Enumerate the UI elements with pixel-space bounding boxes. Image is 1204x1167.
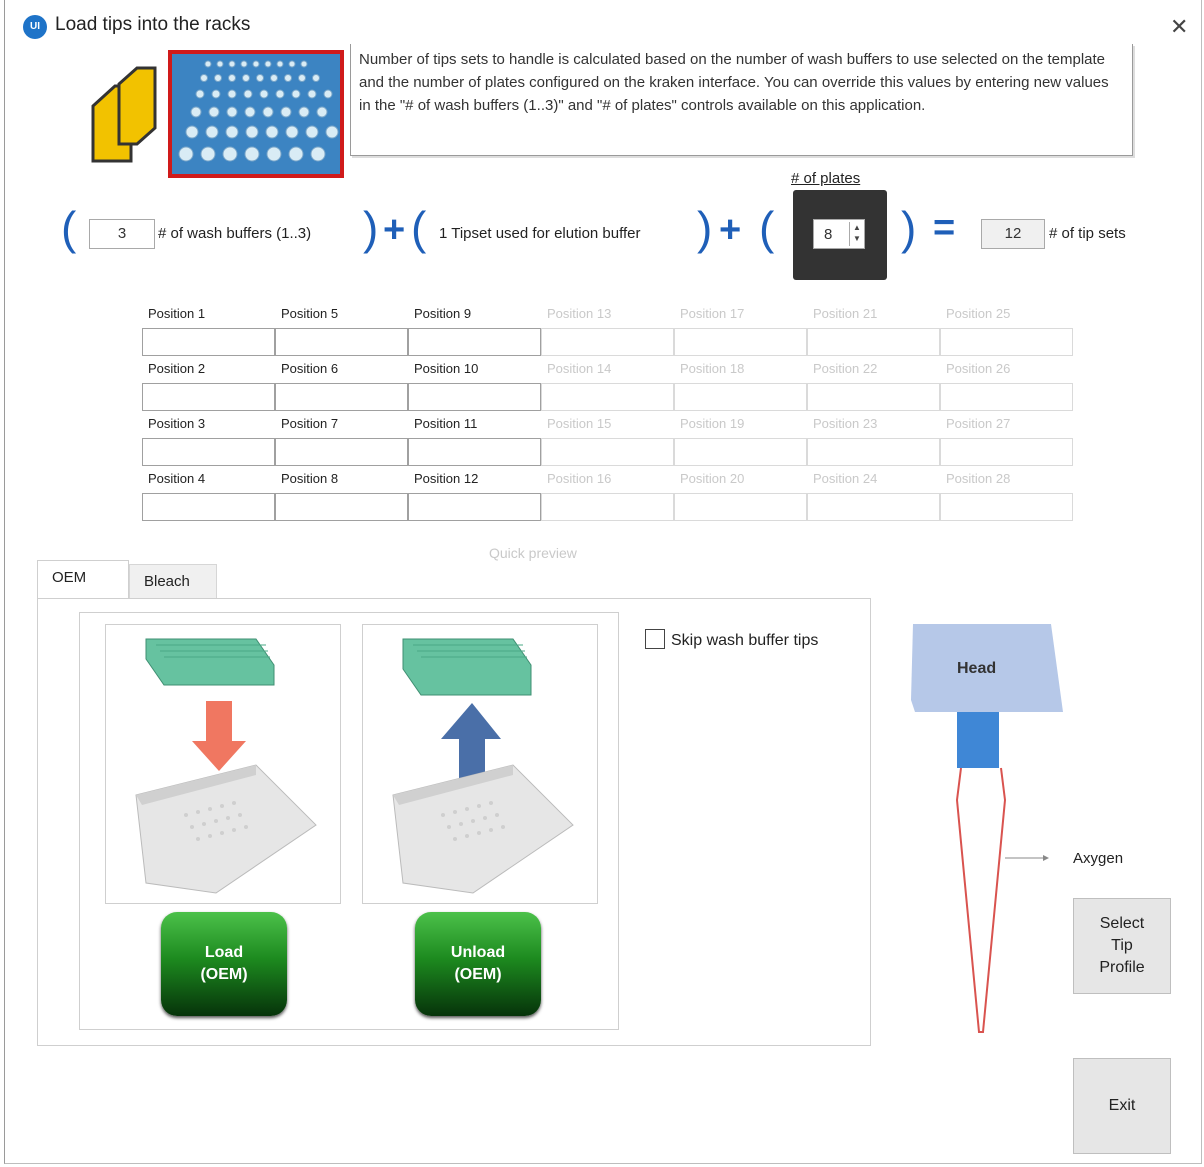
- position-slot: [541, 438, 674, 466]
- position-slot: [940, 438, 1073, 466]
- wash-buffers-input[interactable]: 3: [89, 219, 155, 249]
- position-slot: [674, 328, 807, 356]
- quick-preview-label: Quick preview: [489, 545, 577, 561]
- position-slot: [674, 493, 807, 521]
- position-label: Position 14: [547, 361, 612, 376]
- position-label: Position 15: [547, 416, 612, 431]
- position-label: Position 28: [946, 471, 1011, 486]
- tab-oem[interactable]: OEM: [37, 560, 129, 600]
- position-label: Position 20: [680, 471, 745, 486]
- position-slot: [807, 438, 940, 466]
- position-slot: [142, 328, 275, 356]
- tip-profile-label: Axygen: [1073, 850, 1124, 867]
- position-slot: [142, 383, 275, 411]
- open-paren-2: (: [411, 202, 427, 254]
- position-slot: [275, 383, 408, 411]
- position-label: Position 26: [946, 361, 1011, 376]
- position-slot: [674, 383, 807, 411]
- position-slot: [408, 438, 541, 466]
- position-label: Position 11: [414, 416, 478, 431]
- info-text: Number of tips sets to handle is calcula…: [350, 44, 1133, 156]
- position-slot: [940, 493, 1073, 521]
- position-label: Position 25: [946, 306, 1011, 321]
- position-label: Position 13: [547, 306, 612, 321]
- plates-value: 8: [824, 225, 833, 243]
- positions-grid: Position 1 Position 2 Position 3 Position 4…: [142, 302, 1073, 528]
- position-slot: [807, 383, 940, 411]
- total-tipsets-output: 12: [981, 219, 1045, 249]
- position-slot: [142, 438, 275, 466]
- position-label: Position 17: [680, 306, 745, 321]
- head-label: Head: [957, 660, 997, 677]
- position-label: Position 4: [148, 471, 206, 486]
- position-slot: [408, 328, 541, 356]
- tips-photo: [168, 50, 344, 178]
- position-label: Position 21: [813, 306, 878, 321]
- position-slot: [408, 383, 541, 411]
- tip-diagram: [911, 624, 1063, 1033]
- position-slot: [940, 383, 1073, 411]
- select-tip-profile-button[interactable]: Select Tip Profile: [1073, 898, 1171, 994]
- load-illustration: [105, 624, 341, 904]
- plates-spinner[interactable]: 8 ▲ ▼: [813, 219, 865, 249]
- close-paren-2: ): [697, 202, 713, 254]
- position-slot: [142, 493, 275, 521]
- position-slot: [541, 328, 674, 356]
- position-label: Position 10: [414, 361, 479, 376]
- plates-label: # of plates: [791, 170, 861, 187]
- elution-label: 1 Tipset used for elution buffer: [439, 225, 641, 242]
- load-oem-button[interactable]: Load (OEM): [161, 912, 287, 1016]
- app-icon: UI: [23, 15, 47, 39]
- position-slot: [807, 493, 940, 521]
- position-slot: [275, 328, 408, 356]
- total-tipsets-label: # of tip sets: [1049, 225, 1126, 242]
- exit-button[interactable]: Exit: [1073, 1058, 1171, 1154]
- position-label: Position 1: [148, 306, 206, 321]
- position-slot: [275, 493, 408, 521]
- unload-illustration: [362, 624, 598, 904]
- wash-buffers-label: # of wash buffers (1..3): [158, 225, 312, 242]
- plus-sign-2: +: [719, 209, 742, 251]
- position-label: Position 27: [946, 416, 1011, 431]
- dialog-window: UI Load tips into the racks ✕ Number of …: [4, 0, 1202, 1164]
- spinner-arrows-icon[interactable]: ▲ ▼: [849, 222, 864, 246]
- position-label: Position 2: [148, 361, 206, 376]
- close-paren-1: ): [363, 202, 379, 254]
- position-slot: [807, 328, 940, 356]
- position-slot: [541, 383, 674, 411]
- position-label: Position 5: [281, 306, 339, 321]
- tab-bleach[interactable]: Bleach: [129, 564, 217, 598]
- tip-rack-icon: [91, 66, 157, 163]
- window-title: Load tips into the racks: [55, 14, 251, 35]
- position-slot: [541, 493, 674, 521]
- equals-sign: =: [933, 207, 956, 249]
- position-label: Position 19: [680, 416, 745, 431]
- position-label: Position 23: [813, 416, 878, 431]
- position-label: Position 7: [281, 416, 339, 431]
- position-label: Position 6: [281, 361, 339, 376]
- position-label: Position 24: [813, 471, 878, 486]
- position-slot: [275, 438, 408, 466]
- position-label: Position 3: [148, 416, 206, 431]
- close-icon[interactable]: ✕: [1170, 14, 1188, 40]
- position-slot: [940, 328, 1073, 356]
- skip-wash-tips-checkbox[interactable]: [645, 629, 665, 649]
- open-paren-3: (: [759, 202, 775, 254]
- plus-sign-1: +: [383, 209, 406, 251]
- position-slot: [408, 493, 541, 521]
- position-slot: [674, 438, 807, 466]
- position-label: Position 18: [680, 361, 745, 376]
- open-paren-1: (: [61, 202, 77, 254]
- skip-wash-tips-label: Skip wash buffer tips: [671, 632, 819, 649]
- position-label: Position 9: [414, 306, 472, 321]
- position-label: Position 12: [414, 471, 479, 486]
- position-label: Position 8: [281, 471, 339, 486]
- position-label: Position 22: [813, 361, 878, 376]
- unload-oem-button[interactable]: Unload (OEM): [415, 912, 541, 1016]
- position-label: Position 16: [547, 471, 612, 486]
- close-paren-3: ): [901, 202, 917, 254]
